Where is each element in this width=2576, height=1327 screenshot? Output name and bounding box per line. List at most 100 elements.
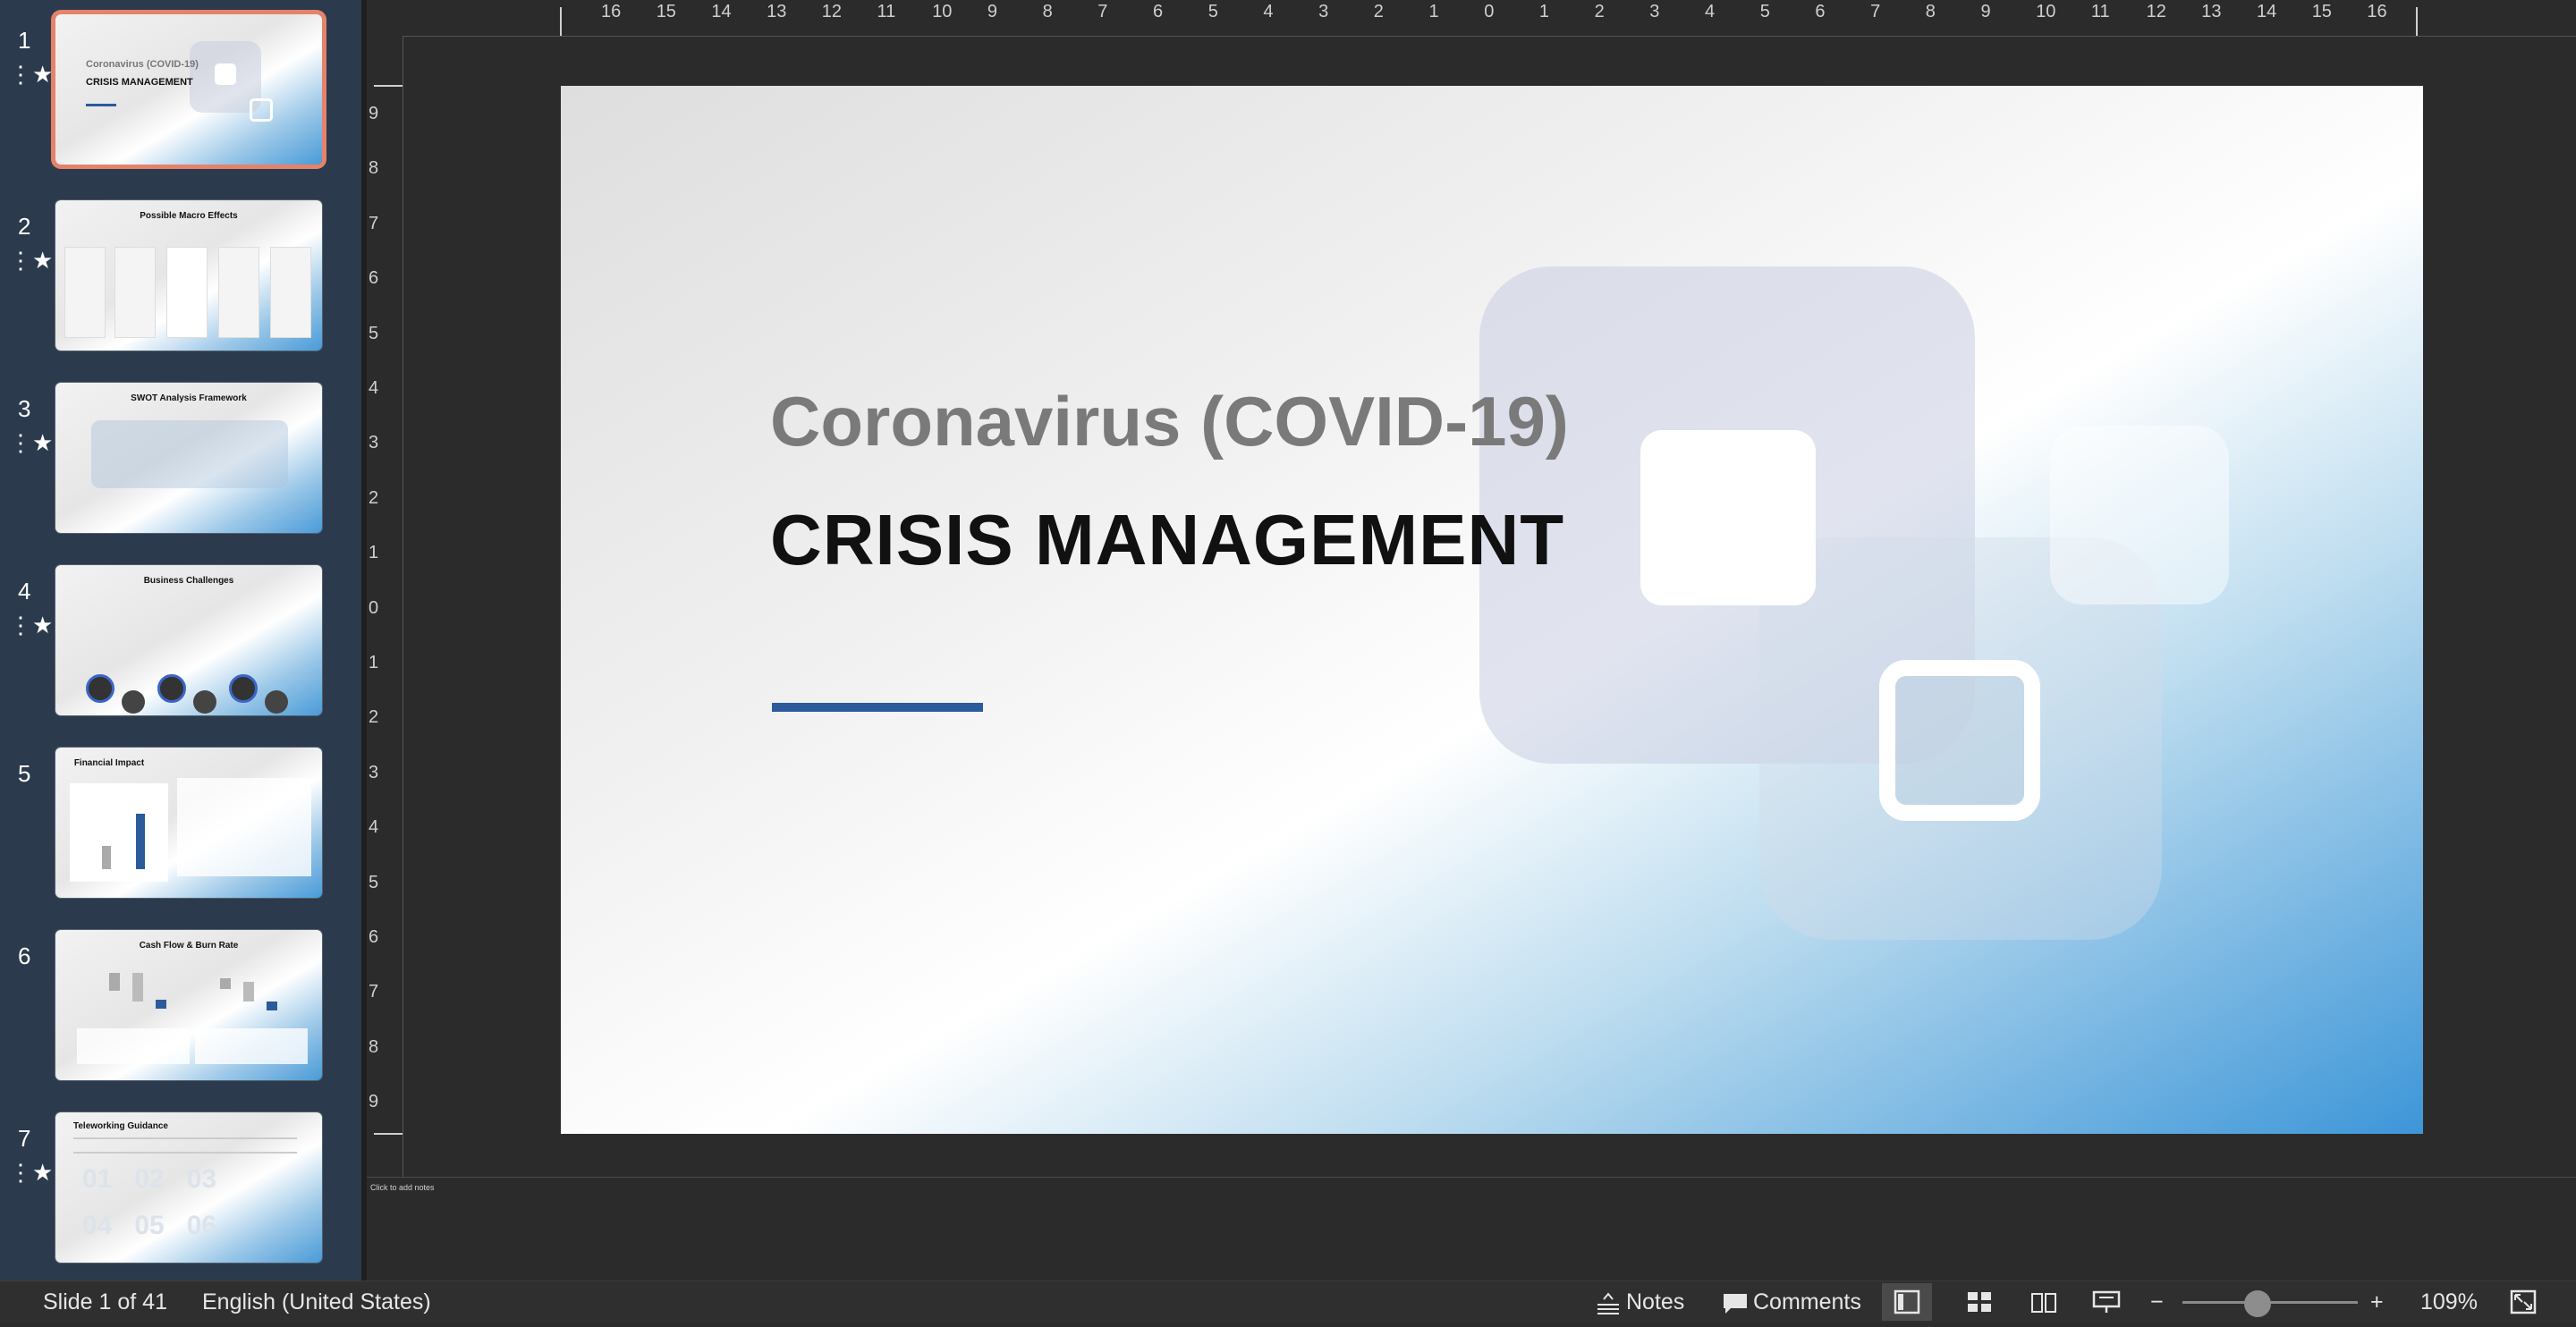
zoom-out-button[interactable]: − bbox=[2150, 1289, 2164, 1315]
thumbnail-row-6[interactable]: 6 Cash Flow & Burn Rate bbox=[0, 930, 361, 1084]
ruler-label: 14 bbox=[2257, 2, 2277, 21]
slide-number: 3 bbox=[18, 395, 31, 422]
zoom-level[interactable]: 109% bbox=[2420, 1289, 2478, 1315]
thumb-circle bbox=[122, 690, 145, 714]
ruler-label: 5 bbox=[369, 323, 379, 343]
thumb-numbers: 04 05 06 bbox=[82, 1211, 217, 1240]
thumbnail-row-3[interactable]: 3 ⋮★ SWOT Analysis Framework bbox=[0, 383, 361, 537]
ruler-label: 9 bbox=[369, 1092, 379, 1112]
slide-thumbnail-7[interactable]: Teleworking Guidance 01 02 03 04 05 06 bbox=[55, 1112, 322, 1263]
ruler-label: 4 bbox=[369, 817, 379, 838]
ruler-label: 3 bbox=[1649, 2, 1660, 21]
thumb-swot-graphic bbox=[91, 420, 288, 488]
ruler-label: 7 bbox=[369, 982, 379, 1002]
thumb-text-lines bbox=[73, 1137, 297, 1154]
thumb-bar bbox=[132, 973, 143, 1002]
comments-icon[interactable] bbox=[1721, 1289, 1751, 1315]
ruler-label: 11 bbox=[877, 2, 896, 21]
thumb-title: CRISIS MANAGEMENT bbox=[86, 77, 193, 88]
ruler-label: 11 bbox=[2090, 2, 2110, 21]
ruler-label: 5 bbox=[1208, 2, 1218, 21]
ruler-label: 0 bbox=[1484, 2, 1495, 21]
notes-icon[interactable] bbox=[1594, 1289, 1624, 1315]
thumb-bar bbox=[243, 982, 254, 1002]
ruler-label: 5 bbox=[1759, 2, 1770, 21]
star-icon: ⋮★ bbox=[9, 247, 54, 274]
thumb-bar bbox=[136, 814, 145, 869]
status-bar: Slide 1 of 41 English (United States) No… bbox=[0, 1281, 2576, 1323]
decor-white-square bbox=[1640, 430, 1816, 605]
thumbnail-row-2[interactable]: 2 ⋮★ Possible Macro Effects bbox=[0, 200, 361, 354]
zoom-in-button[interactable]: + bbox=[2370, 1289, 2384, 1315]
horizontal-ruler[interactable]: 16 15 14 13 12 11 10 9 8 7 6 5 4 3 2 1 0 1 2 3 4 5 6 7 8 9 10 11 12 1… bbox=[367, 0, 2576, 37]
notes-placeholder[interactable]: Click to add notes bbox=[370, 1183, 435, 1192]
notes-pane[interactable]: Click to add notes bbox=[367, 1177, 2576, 1281]
vertical-ruler[interactable]: 9 8 7 6 5 4 3 2 1 0 1 2 3 4 5 6 7 8 9 bbox=[367, 36, 403, 1180]
slide-number: 7 bbox=[18, 1125, 31, 1152]
thumb-numbers: 01 02 03 bbox=[82, 1164, 217, 1194]
ruler-label: 4 bbox=[1263, 2, 1274, 21]
thumbnail-row-1[interactable]: 1 ⋮★ Coronavirus (COVID-19) CRISIS MANAG… bbox=[0, 14, 361, 168]
ruler-label: 13 bbox=[2201, 2, 2222, 21]
ruler-label: 15 bbox=[2311, 2, 2332, 21]
slide-canvas[interactable]: Coronavirus (COVID-19) CRISIS MANAGEMENT bbox=[561, 86, 2423, 1134]
thumb-title: SWOT Analysis Framework bbox=[131, 393, 247, 403]
ruler-label: 0 bbox=[369, 597, 379, 618]
thumb-table bbox=[195, 1028, 308, 1064]
ruler-label: 6 bbox=[1153, 2, 1164, 21]
slide-thumbnail-6[interactable]: Cash Flow & Burn Rate bbox=[55, 930, 322, 1080]
ruler-label: 5 bbox=[369, 872, 379, 892]
slide-thumbnail-4[interactable]: Business Challenges bbox=[55, 565, 322, 715]
thumbnail-row-5[interactable]: 5 Financial Impact bbox=[0, 748, 361, 901]
ruler-label: 7 bbox=[369, 213, 379, 233]
thumb-column bbox=[64, 247, 106, 338]
slide-thumbnail-3[interactable]: SWOT Analysis Framework bbox=[55, 383, 322, 533]
thumb-shape bbox=[215, 63, 236, 85]
slide-subtitle[interactable]: Coronavirus (COVID-19) bbox=[770, 381, 1569, 462]
ruler-label: 9 bbox=[987, 2, 998, 21]
thumb-circle bbox=[265, 690, 288, 714]
ruler-label: 9 bbox=[369, 104, 379, 123]
thumb-subtitle: Coronavirus (COVID-19) bbox=[86, 59, 199, 70]
reading-view-icon[interactable] bbox=[2029, 1289, 2059, 1315]
slide-sorter-icon[interactable] bbox=[1964, 1289, 1995, 1315]
thumb-bar bbox=[156, 1000, 166, 1009]
ruler-label: 3 bbox=[369, 762, 379, 782]
slide-thumbnail-panel[interactable]: 1 ⋮★ Coronavirus (COVID-19) CRISIS MANAG… bbox=[0, 0, 361, 1281]
ruler-label: 1 bbox=[1428, 2, 1439, 21]
comments-button[interactable]: Comments bbox=[1753, 1289, 1861, 1315]
slide-number: 5 bbox=[18, 760, 31, 787]
slide-title[interactable]: CRISIS MANAGEMENT bbox=[770, 499, 1564, 581]
thumb-table bbox=[77, 1028, 190, 1064]
thumb-title: Business Challenges bbox=[143, 576, 234, 586]
star-icon: ⋮★ bbox=[9, 612, 54, 638]
thumb-bar bbox=[220, 978, 231, 989]
ruler-label: 6 bbox=[369, 268, 379, 289]
thumbnail-row-7[interactable]: 7 ⋮★ Teleworking Guidance 01 02 03 04 05… bbox=[0, 1112, 361, 1266]
thumbnail-row-4[interactable]: 4 ⋮★ Business Challenges bbox=[0, 565, 361, 719]
thumb-column bbox=[270, 247, 311, 338]
ruler-label: 8 bbox=[1042, 2, 1053, 21]
slide-thumbnail-1[interactable]: Coronavirus (COVID-19) CRISIS MANAGEMENT bbox=[55, 14, 322, 165]
ruler-label: 1 bbox=[1538, 2, 1550, 21]
thumb-circle bbox=[229, 674, 258, 703]
fit-to-window-icon[interactable] bbox=[2508, 1289, 2538, 1315]
slideshow-icon[interactable] bbox=[2091, 1289, 2122, 1315]
thumb-circle bbox=[86, 674, 114, 703]
star-icon: ⋮★ bbox=[9, 61, 54, 88]
normal-view-icon[interactable] bbox=[1882, 1283, 1932, 1321]
zoom-slider-thumb[interactable] bbox=[2244, 1290, 2272, 1317]
thumb-circle bbox=[193, 690, 216, 714]
slide-thumbnail-2[interactable]: Possible Macro Effects bbox=[55, 200, 322, 351]
ruler-label: 2 bbox=[1373, 2, 1384, 21]
ruler-label: 16 bbox=[601, 2, 622, 21]
ruler-label: 2 bbox=[369, 707, 379, 728]
thumb-shape bbox=[250, 98, 273, 122]
thumb-title: Possible Macro Effects bbox=[140, 211, 238, 221]
slide-thumbnail-5[interactable]: Financial Impact bbox=[55, 748, 322, 898]
thumb-bar bbox=[109, 973, 120, 991]
language-indicator[interactable]: English (United States) bbox=[202, 1289, 431, 1315]
notes-button[interactable]: Notes bbox=[1626, 1289, 1684, 1315]
title-accent-line[interactable] bbox=[772, 703, 983, 712]
ruler-label: 10 bbox=[2036, 2, 2056, 21]
